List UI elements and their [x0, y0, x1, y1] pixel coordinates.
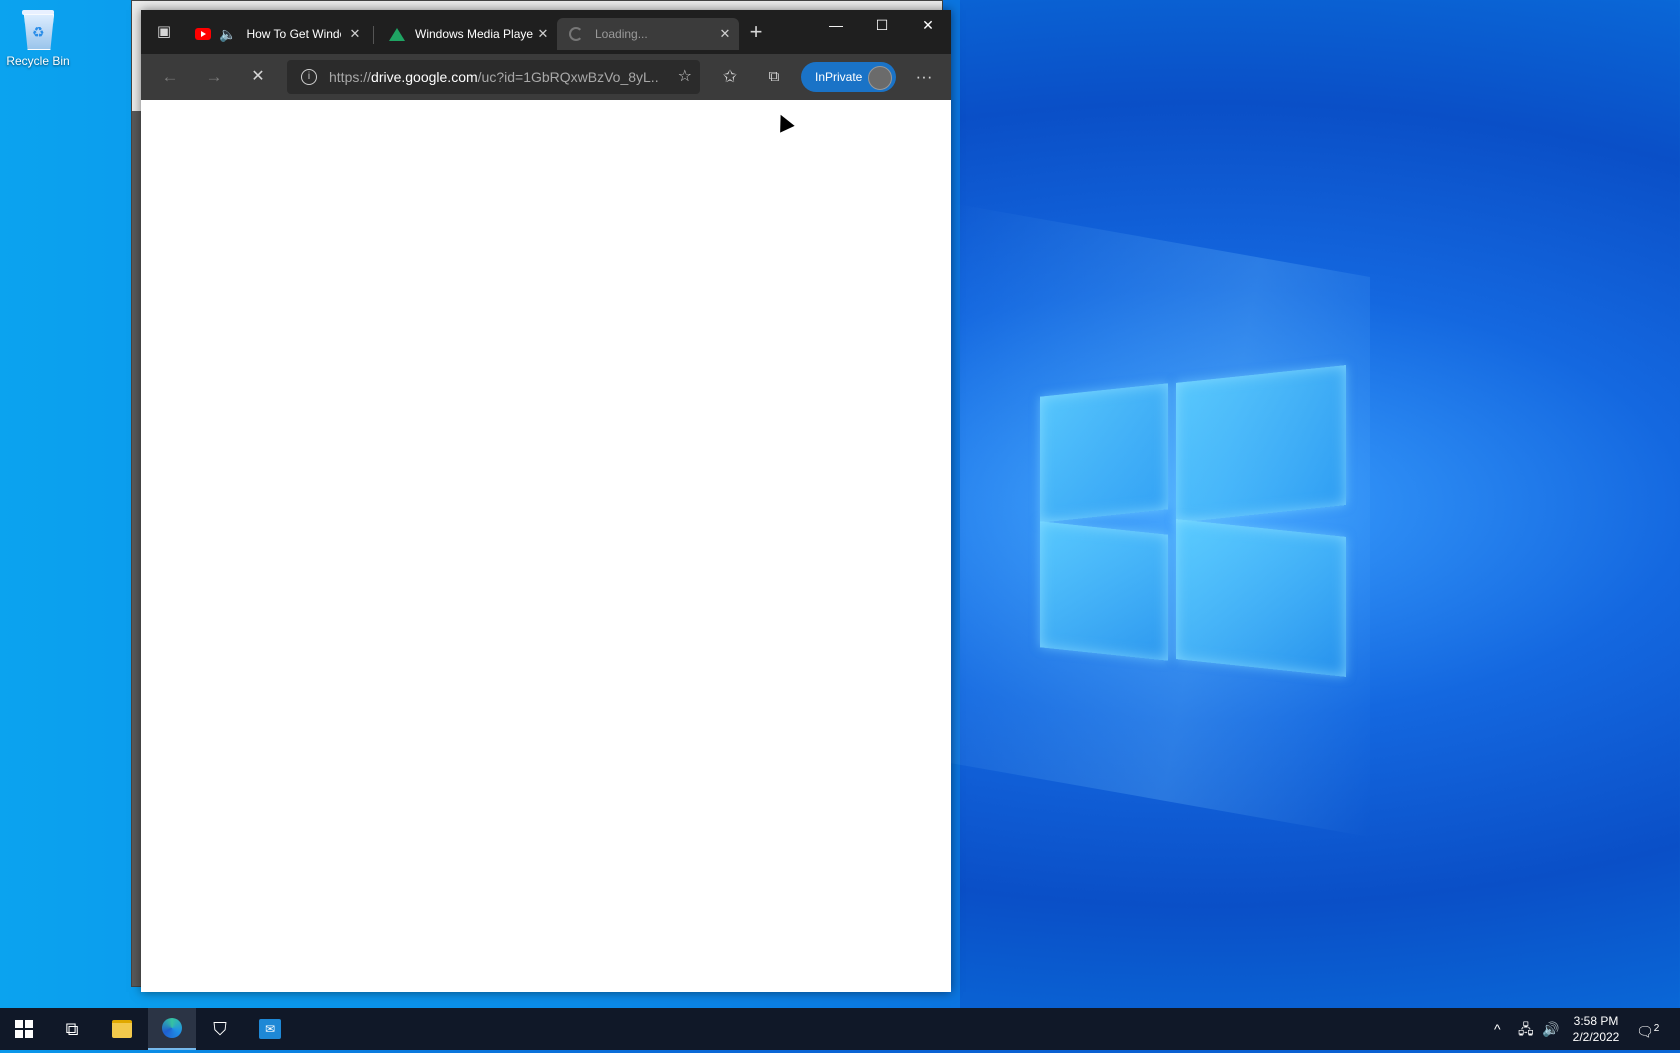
favorites-icon[interactable]: ✩	[715, 63, 745, 91]
address-bar[interactable]: i https://drive.google.com/uc?id=1GbRQxw…	[287, 60, 700, 94]
recycle-bin-label: Recycle Bin	[6, 54, 70, 68]
action-center-button[interactable]: 🗨2	[1636, 1008, 1659, 1050]
page-content[interactable]	[141, 100, 951, 992]
chevron-up-icon: ^	[1494, 1021, 1501, 1037]
profile-avatar	[868, 66, 892, 90]
edge-browser-window: ▣ 🔈 How To Get Windows ✕ Windows Media P…	[141, 10, 951, 992]
security-taskbar-button[interactable]: ⛉	[196, 1008, 244, 1050]
browser-toolbar: ← → ✕ i https://drive.google.com/uc?id=1…	[141, 54, 951, 100]
recycle-bin-shortcut[interactable]: ♻ Recycle Bin	[6, 8, 70, 68]
site-info-icon[interactable]: i	[301, 69, 317, 85]
start-button[interactable]	[0, 1008, 48, 1050]
task-view-icon: ⧉	[65, 1018, 79, 1039]
tab-google-drive[interactable]: Windows Media Player ✕	[383, 18, 551, 50]
close-window-button[interactable]: ✕	[905, 10, 951, 40]
back-arrow-icon[interactable]: ←	[155, 63, 185, 91]
clock-date: 2/2/2022	[1572, 1030, 1620, 1044]
maximize-button[interactable]: ☐	[859, 10, 905, 40]
forward-arrow-icon[interactable]: →	[199, 63, 229, 91]
clock[interactable]: 3:58 PM 2/2/2022	[1566, 1013, 1626, 1045]
tab-loading[interactable]: Loading... ✕	[557, 18, 739, 50]
shield-icon: ⛉	[213, 1018, 227, 1039]
add-favorite-icon[interactable]: ☆	[678, 60, 692, 94]
tab-title: Loading...	[595, 27, 648, 41]
tab-strip: ▣ 🔈 How To Get Windows ✕ Windows Media P…	[141, 10, 951, 54]
address-url: https://drive.google.com/uc?id=1GbRQxwBz…	[329, 69, 659, 85]
windows-logo-wallpaper	[1040, 365, 1360, 684]
show-hidden-icons-button[interactable]: ^	[1494, 1008, 1501, 1050]
notification-icon: 🗨	[1636, 1023, 1654, 1040]
collections-icon[interactable]: ⧉	[759, 63, 789, 91]
close-tab-icon[interactable]: ✕	[535, 26, 551, 42]
spinner-icon	[569, 27, 583, 41]
clock-time: 3:58 PM	[1573, 1014, 1619, 1028]
tab-youtube[interactable]: 🔈 How To Get Windows ✕	[195, 18, 363, 50]
inprivate-button[interactable]: InPrivate	[801, 62, 896, 92]
notification-count: 2	[1653, 1023, 1660, 1034]
close-tab-icon[interactable]: ✕	[347, 26, 363, 42]
taskbar: ⧉ ⛉ ✉ ^ 🖧 🔊 3:58 PM 2/2/2022 🗨2	[0, 1008, 1680, 1050]
tab-title: Windows Media Player	[415, 27, 533, 41]
stop-loading-icon[interactable]: ✕	[243, 63, 273, 91]
task-view-button[interactable]: ⧉	[48, 1008, 96, 1050]
new-tab-button[interactable]: +	[741, 18, 771, 46]
youtube-icon	[195, 28, 211, 40]
app-taskbar-button[interactable]: ✉	[246, 1008, 294, 1050]
edge-taskbar-button[interactable]	[148, 1008, 196, 1050]
file-explorer-button[interactable]	[98, 1008, 146, 1050]
inprivate-label: InPrivate	[815, 70, 863, 84]
windows-start-icon	[15, 1020, 33, 1038]
recycle-bin-icon: ♻	[19, 8, 57, 50]
speaker-icon[interactable]: 🔈	[219, 26, 236, 43]
volume-icon[interactable]: 🔊	[1542, 1008, 1559, 1050]
close-tab-icon[interactable]: ✕	[717, 26, 733, 42]
minimize-button[interactable]: —	[813, 10, 859, 40]
folder-icon	[112, 1020, 132, 1038]
tab-actions-icon[interactable]: ▣	[149, 18, 179, 46]
network-icon[interactable]: 🖧	[1518, 1008, 1534, 1050]
more-options-icon[interactable]: ···	[909, 63, 939, 91]
mail-app-icon: ✉	[259, 1019, 281, 1039]
tab-title: How To Get Windows	[246, 27, 341, 41]
google-drive-icon	[389, 27, 405, 41]
edge-icon	[162, 1018, 182, 1038]
